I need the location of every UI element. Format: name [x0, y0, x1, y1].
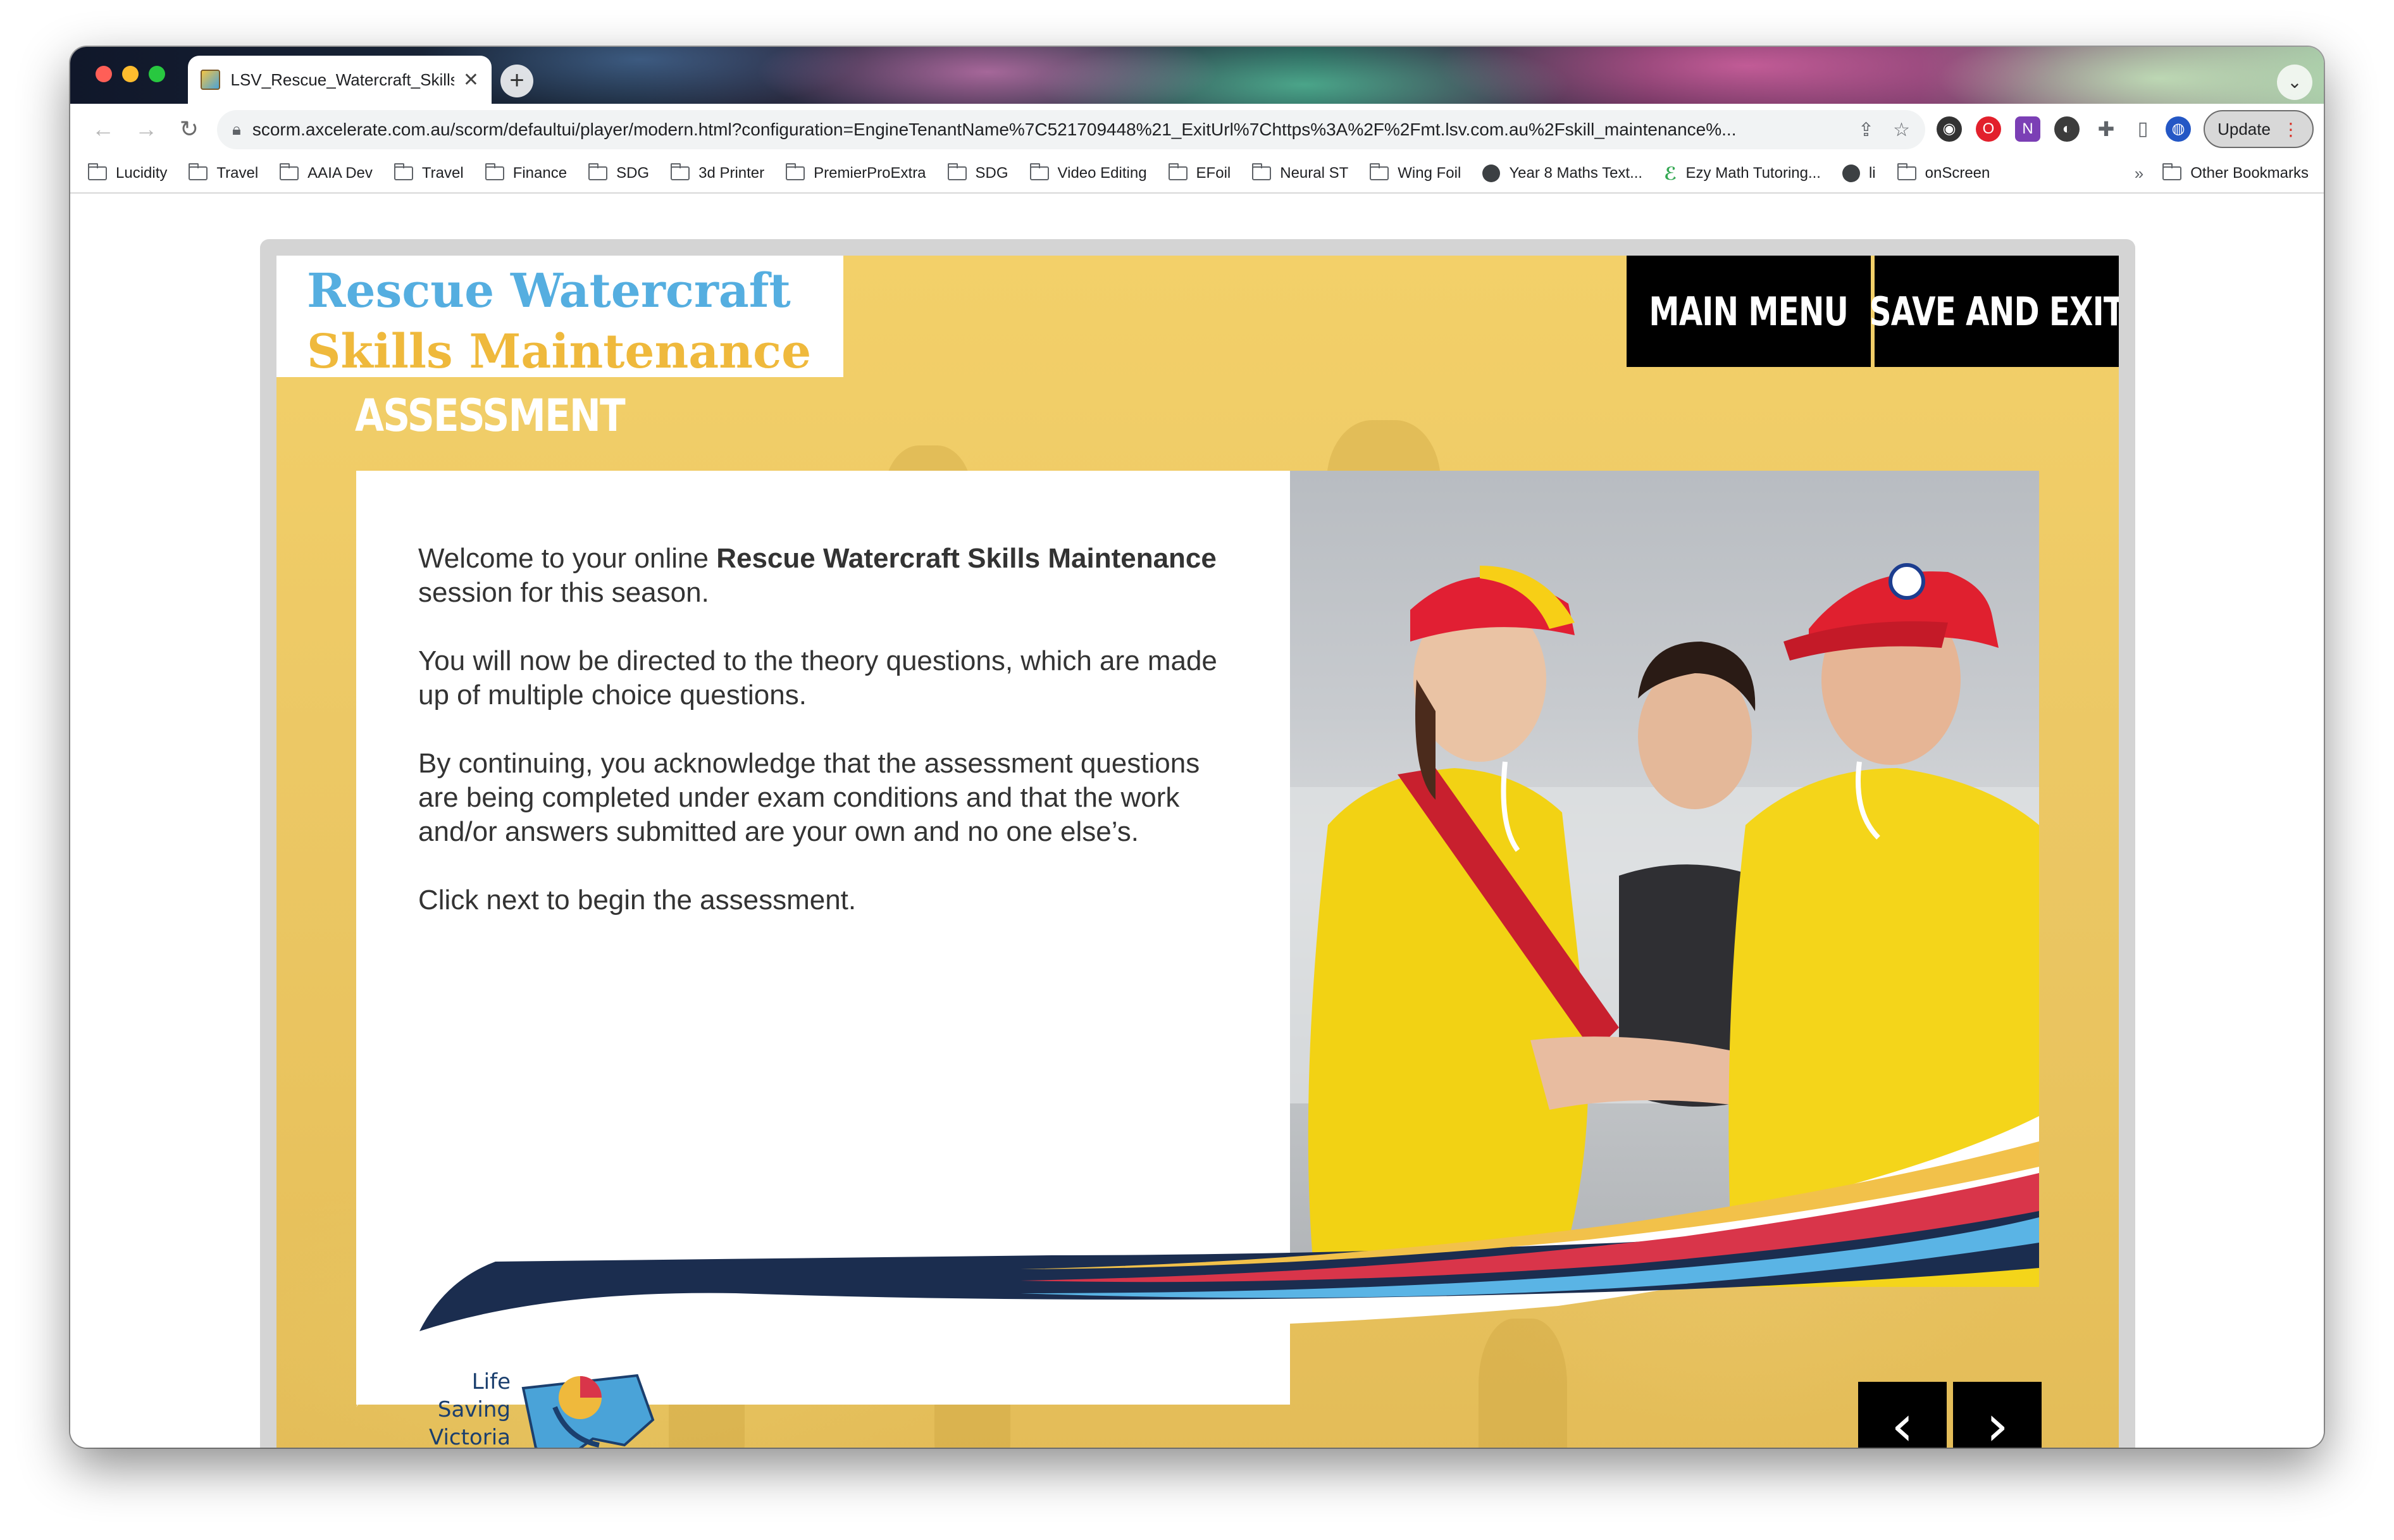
extension-opera-icon[interactable]: O [1976, 116, 2001, 142]
folder-icon [2162, 163, 2182, 180]
bookmark-item[interactable]: Finance [485, 163, 567, 182]
top-button-group: MAIN MENU SAVE AND EXIT [1627, 256, 2119, 367]
bookmarks-bar: Lucidity Travel AAIA Dev Travel Finance … [70, 154, 2324, 194]
other-bookmarks[interactable]: Other Bookmarks [2162, 163, 2309, 182]
intro-paragraph: Welcome to your online Rescue Watercraft… [418, 543, 1217, 608]
victoria-map-icon [521, 1374, 655, 1448]
tab-strip: LSV_Rescue_Watercraft_Skills ✕ + ⌄ [70, 47, 2324, 104]
bookmark-item[interactable]: SDG [588, 163, 649, 182]
bookmark-item[interactable]: Wing Foil [1370, 163, 1461, 182]
folder-icon [394, 163, 413, 180]
profile-avatar-icon[interactable]: ◍ [2166, 116, 2191, 142]
tab-close-icon[interactable]: ✕ [463, 69, 479, 91]
folder-icon [1897, 163, 1916, 180]
bookmark-item[interactable]: Neural ST [1252, 163, 1348, 182]
previous-button[interactable]: ‹ [1858, 1382, 1947, 1448]
update-label: Update [2217, 119, 2271, 139]
folder-icon [88, 163, 107, 180]
tab-search-chevron-icon[interactable]: ⌄ [2277, 65, 2312, 100]
course-title-line1: Rescue Watercraft [307, 264, 791, 318]
browser-tab-active[interactable]: LSV_Rescue_Watercraft_Skills ✕ [188, 56, 492, 104]
bookmark-item[interactable]: EFoil [1168, 163, 1231, 182]
bookmark-item[interactable]: Lucidity [88, 163, 167, 182]
globe-icon [1842, 165, 1860, 182]
bookmark-item[interactable]: AAIA Dev [280, 163, 373, 182]
bookmark-item[interactable]: PremierProExtra [786, 163, 926, 182]
minimize-window-button[interactable] [122, 66, 139, 82]
extension-eye-icon[interactable]: ◉ [1937, 116, 1962, 142]
side-panel-icon[interactable]: ▯ [2130, 116, 2155, 142]
folder-icon [671, 163, 690, 180]
folder-icon [786, 163, 805, 180]
browser-toolbar: ← → ↻ 🔒︎ scorm.axcelerate.com.au/scorm/d… [70, 104, 2324, 154]
back-arrow-icon[interactable]: ← [85, 111, 121, 147]
share-icon[interactable]: ⇪ [1858, 119, 1874, 141]
close-window-button[interactable] [96, 66, 112, 82]
bookmark-item[interactable]: SDG [947, 163, 1008, 182]
bookmark-star-icon[interactable]: ☆ [1893, 119, 1910, 141]
slide-navigation: ‹ › [1858, 1382, 2042, 1448]
save-and-exit-button[interactable]: SAVE AND EXIT [1870, 256, 2119, 367]
instruction-paragraph: Click next to begin the assessment. [418, 885, 857, 916]
folder-icon [588, 163, 608, 180]
folder-icon [485, 163, 504, 180]
extension-dark-icon[interactable]: ◐ [2054, 116, 2080, 142]
folder-icon [280, 163, 299, 180]
leaf-icon: ℰ [1664, 163, 1677, 183]
folder-icon [1168, 163, 1188, 180]
bookmark-item[interactable]: 3d Printer [671, 163, 764, 182]
course-stage: Rescue Watercraft Skills Maintenance MAI… [276, 256, 2119, 1448]
forward-arrow-icon[interactable]: → [128, 111, 164, 147]
folder-icon [1252, 163, 1272, 180]
folder-icon [189, 163, 208, 180]
browser-window: LSV_Rescue_Watercraft_Skills ✕ + ⌄ ← → ↻… [70, 47, 2324, 1448]
tab-favicon-icon [201, 70, 221, 90]
zoom-window-button[interactable] [149, 66, 165, 82]
globe-icon [1482, 165, 1501, 182]
theory-paragraph: You will now be directed to the theory q… [418, 645, 1217, 711]
bookmark-item[interactable]: Travel [394, 163, 464, 182]
extension-onenote-icon[interactable]: N [2015, 116, 2040, 142]
address-bar[interactable]: 🔒︎ scorm.axcelerate.com.au/scorm/default… [217, 110, 1925, 149]
extensions-puzzle-icon[interactable]: ✚ [2093, 116, 2119, 142]
bookmark-item[interactable]: onScreen [1897, 163, 1990, 182]
course-title-line2: Skills Maintenance [307, 325, 812, 379]
course-title-card: Rescue Watercraft Skills Maintenance [276, 256, 843, 379]
next-button[interactable]: › [1953, 1382, 2042, 1448]
content-text: Welcome to your online Rescue Watercraft… [418, 542, 1247, 952]
bookmark-item[interactable]: li [1842, 165, 1876, 182]
lock-icon[interactable]: 🔒︎ [232, 120, 241, 140]
url-text[interactable]: scorm.axcelerate.com.au/scorm/defaultui/… [252, 120, 1839, 140]
reload-icon[interactable]: ↻ [171, 111, 207, 147]
main-menu-button[interactable]: MAIN MENU [1627, 256, 1871, 367]
bookmark-item[interactable]: Travel [189, 163, 258, 182]
scorm-player-frame: Rescue Watercraft Skills Maintenance MAI… [260, 239, 2135, 1448]
update-button[interactable]: Update ⋮ [2204, 110, 2314, 148]
folder-icon [1029, 163, 1049, 180]
bookmark-item[interactable]: Year 8 Maths Text... [1482, 165, 1642, 182]
course-name-bold: Rescue Watercraft Skills Maintenance [716, 543, 1217, 574]
page-content: Rescue Watercraft Skills Maintenance MAI… [70, 194, 2324, 1448]
more-menu-icon: ⋮ [2281, 119, 2300, 139]
life-saving-victoria-logo: Life Saving Victoria [428, 1363, 656, 1448]
bookmark-item[interactable]: Video Editing [1029, 163, 1147, 182]
bookmark-item[interactable]: ℰ Ezy Math Tutoring... [1664, 163, 1821, 184]
folder-icon [947, 163, 967, 180]
section-heading: ASSESSMENT [355, 390, 626, 442]
tab-title: LSV_Rescue_Watercraft_Skills [230, 70, 454, 89]
acknowledgement-paragraph: By continuing, you acknowledge that the … [418, 748, 1200, 847]
logo-wordmark: Life Saving Victoria [428, 1369, 511, 1448]
folder-icon [1370, 163, 1389, 180]
bookmarks-overflow-chevron[interactable]: » [2135, 164, 2143, 183]
new-tab-button[interactable]: + [500, 65, 533, 97]
